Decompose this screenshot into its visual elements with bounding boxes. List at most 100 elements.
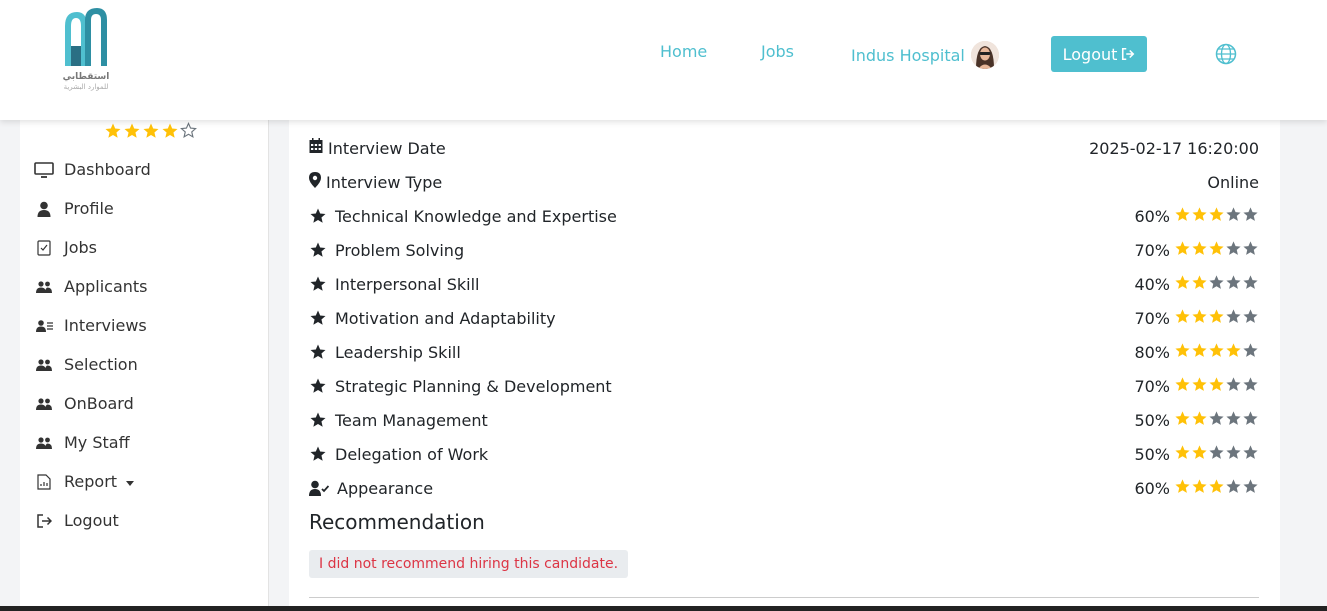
rating-label: Appearance <box>337 478 434 498</box>
top-header: استقطابي للموارد البشرية Home Jobs Indus… <box>0 0 1327 120</box>
header-logout-label: Logout <box>1062 44 1118 64</box>
sidebar-item-label: Selection <box>64 355 138 374</box>
sidebar-item-applicants[interactable]: Applicants <box>34 277 148 296</box>
sign-out-icon <box>1122 47 1135 61</box>
sidebar-item-logout[interactable]: Logout <box>34 511 119 530</box>
recommendation-text: I did not recommend hiring this candidat… <box>309 550 629 578</box>
detail-label: Interview Type <box>326 172 443 192</box>
star-gray-icon <box>1242 478 1259 499</box>
rating-row: Appearance 60% <box>309 476 1259 500</box>
sidebar-item-label: Applicants <box>64 277 148 296</box>
star-filled-icon <box>1174 240 1191 261</box>
rating-label: Leadership Skill <box>335 342 461 362</box>
users-icon <box>34 280 54 294</box>
star-icon <box>309 411 327 429</box>
star-filled-icon <box>1208 308 1225 329</box>
star-gray-icon <box>1225 376 1242 397</box>
sidebar-item-report[interactable]: Report <box>34 472 135 491</box>
calendar-icon <box>309 138 323 158</box>
nav-home-link[interactable]: Home <box>660 42 707 61</box>
rating-percent: 60% <box>1134 478 1170 498</box>
rating-label: Interpersonal Skill <box>335 274 480 294</box>
globe-icon[interactable] <box>1214 42 1238 70</box>
taskbar <box>0 606 1327 611</box>
star-filled-icon <box>1191 342 1208 363</box>
star-gray-icon <box>1242 274 1259 295</box>
nav-jobs-link[interactable]: Jobs <box>761 42 794 61</box>
avatar[interactable] <box>970 41 999 69</box>
users-icon <box>34 358 54 372</box>
rating-label: Technical Knowledge and Expertise <box>335 206 617 226</box>
user-check-icon <box>309 480 329 496</box>
star-icon <box>309 377 327 395</box>
rating-stars <box>1174 444 1259 465</box>
rating-label: Problem Solving <box>335 240 465 260</box>
monitor-icon <box>34 161 54 178</box>
star-gray-icon <box>1208 410 1225 431</box>
star-filled-icon <box>104 122 122 144</box>
logo-text-secondary: للموارد البشرية <box>63 83 109 91</box>
sidebar-item-label: OnBoard <box>64 394 134 413</box>
sidebar-item-interviews[interactable]: Interviews <box>34 316 147 335</box>
profile-rating <box>104 122 197 144</box>
star-filled-icon <box>1191 444 1208 465</box>
sidebar-item-label: Report <box>64 472 118 491</box>
star-filled-icon <box>1191 410 1208 431</box>
star-filled-icon <box>1174 376 1191 397</box>
nav-user-menu[interactable]: Indus Hospital <box>851 41 999 69</box>
rating-row: Technical Knowledge and Expertise 60% <box>309 204 1259 228</box>
star-filled-icon <box>1174 308 1191 329</box>
star-filled-icon <box>1174 206 1191 227</box>
star-icon <box>309 445 327 463</box>
star-gray-icon <box>1225 308 1242 329</box>
star-filled-icon <box>1191 478 1208 499</box>
star-filled-icon <box>1191 308 1208 329</box>
sidebar-item-onboard[interactable]: OnBoard <box>34 394 134 413</box>
star-gray-icon <box>1225 410 1242 431</box>
user-icon <box>34 201 54 217</box>
logout-icon <box>34 513 54 528</box>
rating-row: Problem Solving 70% <box>309 238 1259 262</box>
star-filled-icon <box>1191 240 1208 261</box>
sidebar-item-label: Logout <box>64 511 119 530</box>
recommendation-title: Recommendation <box>309 510 485 534</box>
star-filled-icon <box>1174 478 1191 499</box>
rating-percent: 60% <box>1134 206 1170 226</box>
sidebar-item-jobs[interactable]: Jobs <box>34 238 97 257</box>
rating-row: Strategic Planning & Development 70% <box>309 374 1259 398</box>
star-icon <box>309 343 327 361</box>
header-logout-button[interactable]: Logout <box>1051 36 1147 72</box>
rating-percent: 70% <box>1134 376 1170 396</box>
star-icon <box>309 275 327 293</box>
sidebar: Dashboard Profile Jobs Applicants Interviews… <box>20 120 269 611</box>
report-icon <box>34 473 54 490</box>
star-gray-icon <box>1225 240 1242 261</box>
rating-stars <box>1174 478 1259 499</box>
user-name: Indus Hospital <box>851 45 965 65</box>
star-filled-icon <box>1208 206 1225 227</box>
star-gray-icon <box>1242 206 1259 227</box>
rating-row: Team Management 50% <box>309 408 1259 432</box>
sidebar-item-profile[interactable]: Profile <box>34 199 114 218</box>
detail-row: Interview Date 2025-02-17 16:20:00 <box>309 136 1259 160</box>
sidebar-item-dashboard[interactable]: Dashboard <box>34 160 151 179</box>
detail-value: 2025-02-17 16:20:00 <box>1089 138 1259 158</box>
sidebar-item-label: My Staff <box>64 433 130 452</box>
star-icon <box>309 241 327 259</box>
sidebar-item-my-staff[interactable]: My Staff <box>34 433 130 452</box>
sidebar-item-label: Interviews <box>64 316 147 335</box>
sidebar-item-selection[interactable]: Selection <box>34 355 138 374</box>
brand-logo[interactable]: استقطابي للموارد البشرية <box>56 6 116 106</box>
sidebar-item-label: Jobs <box>64 238 97 257</box>
checklist-icon <box>34 239 54 256</box>
star-filled-icon <box>1174 410 1191 431</box>
star-filled-icon <box>1225 342 1242 363</box>
detail-value: Online <box>1207 172 1259 192</box>
star-filled-icon <box>1174 444 1191 465</box>
map-marker-icon <box>309 172 321 192</box>
star-gray-icon <box>1242 444 1259 465</box>
star-icon <box>309 309 327 327</box>
star-gray-icon <box>1242 240 1259 261</box>
star-filled-icon <box>1208 240 1225 261</box>
star-filled-icon <box>123 122 141 144</box>
